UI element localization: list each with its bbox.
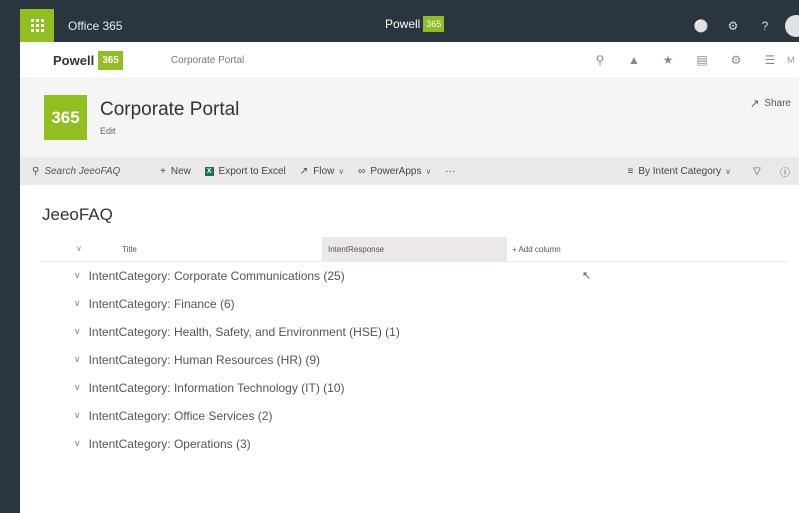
view-list-icon: ≡ — [627, 165, 634, 177]
group-header[interactable]: ∨ IntentCategory: Operations (3) — [74, 437, 400, 465]
share-label: Share — [764, 98, 791, 109]
group-label: IntentCategory: Human Resources (HR) (9) — [88, 353, 321, 367]
group-label: IntentCategory: Health, Safety, and Envi… — [88, 325, 400, 339]
flow-icon: ↗ — [299, 165, 309, 177]
app-launcher-button[interactable] — [20, 9, 54, 42]
chevron-down-icon[interactable]: ∨ — [74, 326, 81, 337]
bell-icon[interactable]: ⚪ — [685, 19, 717, 33]
flow-label: Flow — [313, 165, 335, 177]
view-selector[interactable]: ≡ By Intent Category ∨ — [627, 166, 731, 177]
search-placeholder: Search JeeoFAQ — [44, 165, 121, 177]
powerapps-label: PowerApps — [370, 165, 422, 177]
header-brand-name: Powell — [53, 52, 95, 68]
group-header[interactable]: ∨ IntentCategory: Health, Safety, and Env… — [74, 325, 400, 353]
chevron-down-icon: ∨ — [425, 166, 432, 176]
suite-brand-logo: Powell 365 — [385, 16, 445, 32]
chevron-down-icon[interactable]: ∨ — [74, 270, 81, 281]
document-icon[interactable]: ▤ — [685, 53, 719, 67]
list-content: JeeoFAQ ∨ Title IntentResponse + Add col… — [20, 185, 799, 513]
group-header[interactable]: ∨ IntentCategory: Human Resources (HR) (9… — [74, 353, 400, 381]
more-commands-button[interactable]: ··· — [445, 166, 455, 177]
site-header: 365 Corporate Portal Edit ↗ Share — [20, 79, 799, 157]
group-header[interactable]: ∨ IntentCategory: Information Technology … — [74, 381, 400, 409]
column-header-row: ∨ Title IntentResponse + Add column — [42, 237, 787, 262]
share-icon: ↗ — [750, 98, 760, 110]
group-label: IntentCategory: Operations (3) — [88, 437, 251, 451]
powerapps-button[interactable]: ∞ PowerApps ∨ — [358, 166, 431, 177]
gear-icon[interactable]: ⚙ — [717, 19, 749, 33]
avatar[interactable] — [785, 14, 799, 37]
help-icon[interactable]: ? — [749, 19, 781, 33]
chevron-down-icon: ∨ — [725, 166, 731, 176]
export-label: Export to Excel — [218, 165, 286, 177]
column-header-intentresponse[interactable]: IntentResponse — [322, 237, 507, 261]
new-button[interactable]: + New — [160, 166, 191, 177]
column-header-intentresponse-label: IntentResponse — [328, 245, 385, 254]
notification-icon[interactable]: ▲ — [617, 53, 651, 67]
new-label: New — [170, 165, 191, 177]
site-title: Corporate Portal — [100, 99, 240, 120]
group-header[interactable]: ∨ IntentCategory: Finance (6) — [74, 297, 400, 325]
search-box[interactable]: ⚲ Search JeeoFAQ — [32, 166, 160, 177]
info-icon[interactable]: ⓘ — [771, 164, 799, 179]
group-label: IntentCategory: Finance (6) — [88, 297, 235, 311]
chevron-down-icon[interactable]: ∨ — [74, 438, 81, 449]
export-to-excel-button[interactable]: X Export to Excel — [204, 165, 286, 177]
menu-icon[interactable]: ☰ — [753, 53, 787, 67]
flow-button[interactable]: ↗ Flow ∨ — [300, 166, 344, 177]
header-brand-logo[interactable]: Powell 365 — [53, 50, 123, 70]
powerapps-icon: ∞ — [358, 165, 366, 177]
search-icon[interactable]: ⚲ — [583, 53, 617, 67]
chevron-down-icon[interactable]: ∨ — [74, 382, 81, 393]
header-brand-badge: 365 — [98, 50, 123, 70]
group-header[interactable]: ∨ IntentCategory: Office Services (2) — [74, 409, 400, 437]
waffle-icon — [30, 19, 44, 32]
more-label[interactable]: M — [787, 55, 799, 65]
add-column-button[interactable]: + Add column — [512, 245, 561, 254]
group-label: IntentCategory: Corporate Communications… — [88, 269, 345, 283]
suite-bar: Office 365 Powell 365 ⚪ ⚙ ? — [20, 9, 799, 42]
command-bar: ⚲ Search JeeoFAQ + New X Export to Excel… — [20, 157, 799, 185]
chevron-down-icon[interactable]: ∨ — [74, 354, 81, 365]
plus-icon: + — [160, 165, 166, 177]
view-label: By Intent Category — [638, 165, 722, 177]
suite-brand-name: Powell — [385, 17, 421, 31]
favorite-icon[interactable]: ★ — [651, 53, 685, 67]
group-list: ∨ IntentCategory: Corporate Communication… — [74, 269, 400, 465]
site-logo[interactable]: 365 — [44, 95, 87, 140]
share-button[interactable]: ↗ Share — [750, 97, 791, 110]
edit-link[interactable]: Edit — [100, 126, 116, 136]
group-label: IntentCategory: Information Technology (… — [88, 381, 345, 395]
suite-app-title[interactable]: Office 365 — [68, 19, 122, 33]
chevron-down-icon[interactable]: ∨ — [74, 410, 81, 421]
column-header-title[interactable]: Title — [122, 245, 137, 254]
settings-icon[interactable]: ⚙ — [719, 53, 753, 67]
list-title: JeeoFAQ — [42, 205, 113, 224]
filter-icon[interactable]: ▽ — [743, 166, 771, 177]
search-icon: ⚲ — [32, 165, 40, 177]
chevron-down-icon[interactable]: ∨ — [74, 298, 81, 309]
suite-brand-badge: 365 — [423, 16, 445, 32]
browser-frame: Office 365 Powell 365 ⚪ ⚙ ? Powell 365 C… — [20, 9, 799, 513]
excel-icon: X — [204, 166, 214, 176]
group-label: IntentCategory: Office Services (2) — [88, 409, 273, 423]
chevron-down-icon: ∨ — [338, 166, 345, 176]
group-header[interactable]: ∨ IntentCategory: Corporate Communication… — [74, 269, 400, 297]
collapse-all-icon[interactable]: ∨ — [76, 244, 82, 253]
site-link[interactable]: Corporate Portal — [171, 55, 244, 66]
header-bar: Powell 365 Corporate Portal ⚲ ▲ ★ ▤ ⚙ ☰ … — [20, 42, 799, 79]
mouse-cursor-icon: ↖ — [582, 270, 592, 282]
